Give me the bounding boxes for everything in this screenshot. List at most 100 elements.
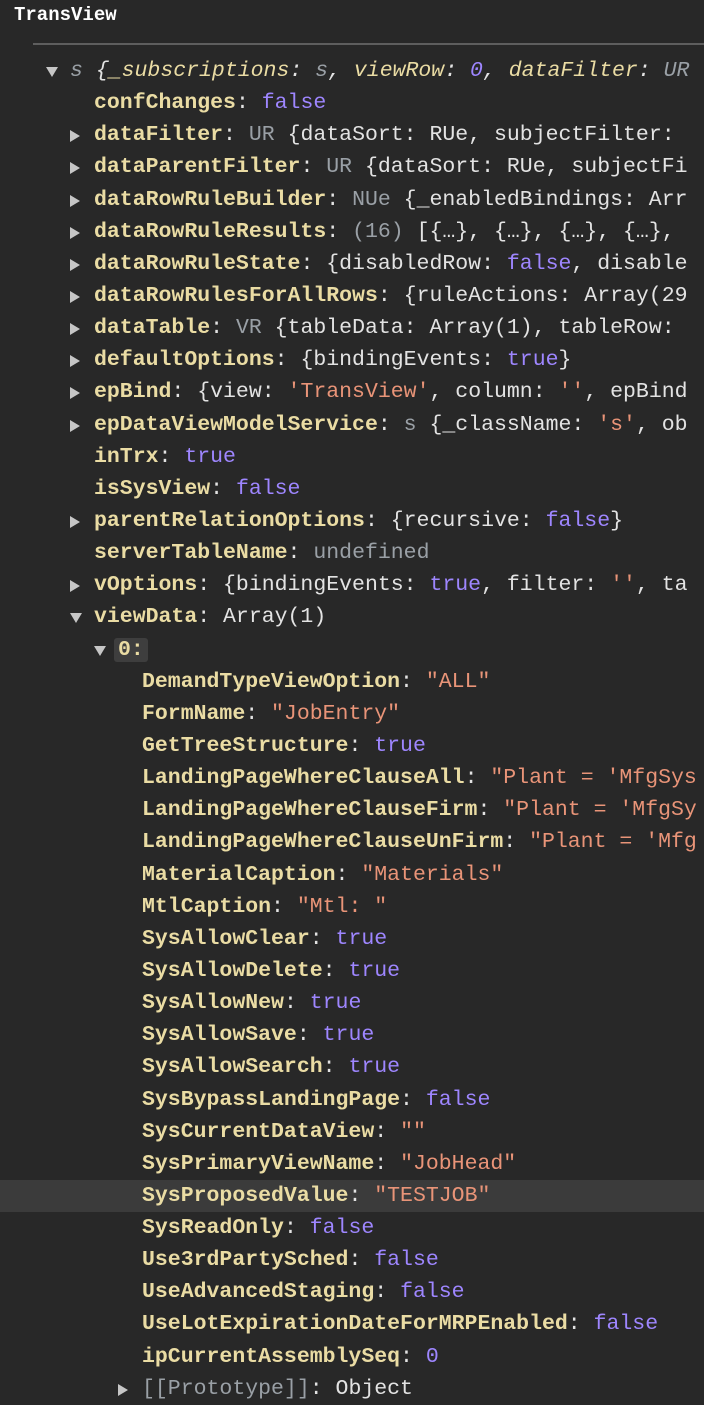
caret-down-icon[interactable] xyxy=(92,634,108,666)
tree-row[interactable]: UseAdvancedStaging: false xyxy=(0,1276,704,1308)
tree-row[interactable]: dataRowRuleBuilder: NUe {_enabledBinding… xyxy=(0,184,704,216)
caret-right-icon[interactable] xyxy=(68,216,84,248)
property-value: "ALL" xyxy=(425,669,491,694)
caret-right-icon[interactable] xyxy=(68,569,84,601)
property-value: '' xyxy=(558,380,585,405)
property-value: : xyxy=(158,444,185,469)
tree-row[interactable]: defaultOptions: {bindingEvents: true} xyxy=(0,344,704,376)
caret-right-icon[interactable] xyxy=(116,1373,132,1405)
tree-row[interactable]: SysPrimaryViewName: "JobHead" xyxy=(0,1148,704,1180)
tree-row[interactable]: dataRowRuleState: {disabledRow: false, d… xyxy=(0,248,704,280)
tree-row[interactable]: [[Prototype]]: Object xyxy=(0,1373,704,1405)
tree-row[interactable]: UseLotExpirationDateForMRPEnabled: false xyxy=(0,1308,704,1340)
property-value: } xyxy=(558,348,572,373)
caret-right-icon[interactable] xyxy=(68,119,84,151)
property-value: true xyxy=(322,1023,375,1048)
property-value: 'TransView' xyxy=(287,380,430,405)
property-value: : xyxy=(444,59,471,83)
property-key: LandingPageWhereClauseUnFirm xyxy=(142,830,504,855)
property-key: dataRowRuleState xyxy=(94,251,301,276)
caret-right-icon[interactable] xyxy=(68,344,84,376)
tree-row[interactable]: FormName: "JobEntry" xyxy=(0,698,704,730)
tree-row[interactable]: inTrx: true xyxy=(0,441,704,473)
caret-down-icon[interactable] xyxy=(44,55,60,87)
tree-row[interactable]: LandingPageWhereClauseUnFirm: "Plant = '… xyxy=(0,826,704,858)
property-key: SysAllowDelete xyxy=(142,958,323,983)
tree-row[interactable]: dataRowRulesForAllRows: {ruleActions: Ar… xyxy=(0,280,704,312)
property-value: : {disabledRow: xyxy=(300,251,507,276)
property-key: SysAllowNew xyxy=(142,991,284,1016)
property-value: } xyxy=(610,508,624,533)
property-value: : xyxy=(283,1216,310,1241)
tree-row[interactable]: GetTreeStructure: true xyxy=(0,730,704,762)
tree-row[interactable]: SysAllowSearch: true xyxy=(0,1051,704,1083)
caret-right-icon[interactable] xyxy=(68,280,84,312)
tree-row[interactable]: dataTable: VR {tableData: Array(1), tabl… xyxy=(0,312,704,344)
property-value: '' xyxy=(610,573,636,598)
tree-row[interactable]: dataRowRuleResults: (16) [{…}, {…}, {…},… xyxy=(0,216,704,248)
caret-right-icon[interactable] xyxy=(68,312,84,344)
tree-row[interactable]: MaterialCaption: "Materials" xyxy=(0,859,704,891)
tree-row[interactable]: SysCurrentDataView: "" xyxy=(0,1116,704,1148)
property-value: viewRow xyxy=(353,59,445,83)
property-key: SysBypassLandingPage xyxy=(142,1087,401,1112)
caret-right-icon[interactable] xyxy=(68,151,84,183)
tree-row[interactable]: epBind: {view: 'TransView', column: '', … xyxy=(0,376,704,408)
property-key: SysAllowClear xyxy=(142,926,310,951)
property-value: "Mtl: " xyxy=(296,894,388,919)
tree-row[interactable]: dataFilter: UR {dataSort: RUe, subjectFi… xyxy=(0,119,704,151)
property-key: dataParentFilter xyxy=(94,155,301,180)
property-value: 's' xyxy=(597,412,636,437)
caret-down-icon[interactable] xyxy=(68,601,84,633)
property-value: VR xyxy=(235,316,275,341)
tree-row[interactable]: dataParentFilter: UR {dataSort: RUe, sub… xyxy=(0,151,704,183)
tree-row[interactable]: ipCurrentAssemblySeq: 0 xyxy=(0,1341,704,1373)
tree-row[interactable]: SysReadOnly: false xyxy=(0,1212,704,1244)
property-value: : xyxy=(377,412,404,437)
tree-row[interactable]: Use3rdPartySched: false xyxy=(0,1244,704,1276)
tree-row[interactable]: s {_subscriptions: s, viewRow: 0, dataFi… xyxy=(0,55,704,87)
tree-row[interactable]: SysAllowDelete: true xyxy=(0,955,704,987)
property-key: dataRowRuleBuilder xyxy=(94,187,327,212)
property-value: false xyxy=(374,1248,439,1273)
property-value: "JobEntry" xyxy=(271,701,401,726)
caret-right-icon[interactable] xyxy=(68,184,84,216)
property-value: : xyxy=(271,894,297,919)
tree-row[interactable]: 0: xyxy=(0,634,704,666)
tree-row[interactable]: SysProposedValue: "TESTJOB" xyxy=(0,1179,704,1213)
property-key: dataRowRuleResults xyxy=(94,219,327,244)
property-value: _subscriptions xyxy=(108,59,290,83)
property-value: : xyxy=(348,1183,375,1208)
property-key: UseLotExpirationDateForMRPEnabled xyxy=(142,1312,568,1337)
tree-row[interactable]: epDataViewModelService: s {_className: '… xyxy=(0,409,704,441)
property-value: false xyxy=(261,91,327,116)
tree-row[interactable]: LandingPageWhereClauseFirm: "Plant = 'Mf… xyxy=(0,794,704,826)
caret-right-icon[interactable] xyxy=(68,376,84,408)
tree-row[interactable]: SysAllowSave: true xyxy=(0,1019,704,1051)
tree-row[interactable]: MtlCaption: "Mtl: " xyxy=(0,891,704,923)
property-value: : xyxy=(283,991,310,1016)
tree-row[interactable]: LandingPageWhereClauseAll: "Plant = 'Mfg… xyxy=(0,762,704,794)
caret-right-icon[interactable] xyxy=(68,409,84,441)
tree-row[interactable]: SysBypassLandingPage: false xyxy=(0,1084,704,1116)
caret-right-icon[interactable] xyxy=(68,248,84,280)
property-value: : Object xyxy=(309,1376,413,1401)
property-key: SysAllowSearch xyxy=(142,1055,323,1080)
tree-row[interactable]: SysAllowNew: true xyxy=(0,987,704,1019)
tree-row[interactable]: SysAllowClear: true xyxy=(0,923,704,955)
tree-row[interactable]: confChanges: false xyxy=(0,87,704,119)
tree-row[interactable]: vOptions: {bindingEvents: true, filter: … xyxy=(0,569,704,601)
property-value: : xyxy=(503,830,530,855)
property-value: , column: xyxy=(429,380,559,405)
tree-row[interactable]: isSysView: false xyxy=(0,473,704,505)
property-value: , xyxy=(328,59,354,83)
tree-row[interactable]: serverTableName: undefined xyxy=(0,537,704,569)
tree-row[interactable]: viewData: Array(1) xyxy=(0,601,704,633)
tree-row[interactable]: DemandTypeViewOption: "ALL" xyxy=(0,666,704,698)
caret-right-icon[interactable] xyxy=(68,505,84,537)
tree-row[interactable]: parentRelationOptions: {recursive: false… xyxy=(0,505,704,537)
property-key: LandingPageWhereClauseFirm xyxy=(142,798,478,823)
property-value: true xyxy=(374,733,426,758)
property-value: : xyxy=(400,1344,426,1369)
property-value: false xyxy=(545,508,611,533)
